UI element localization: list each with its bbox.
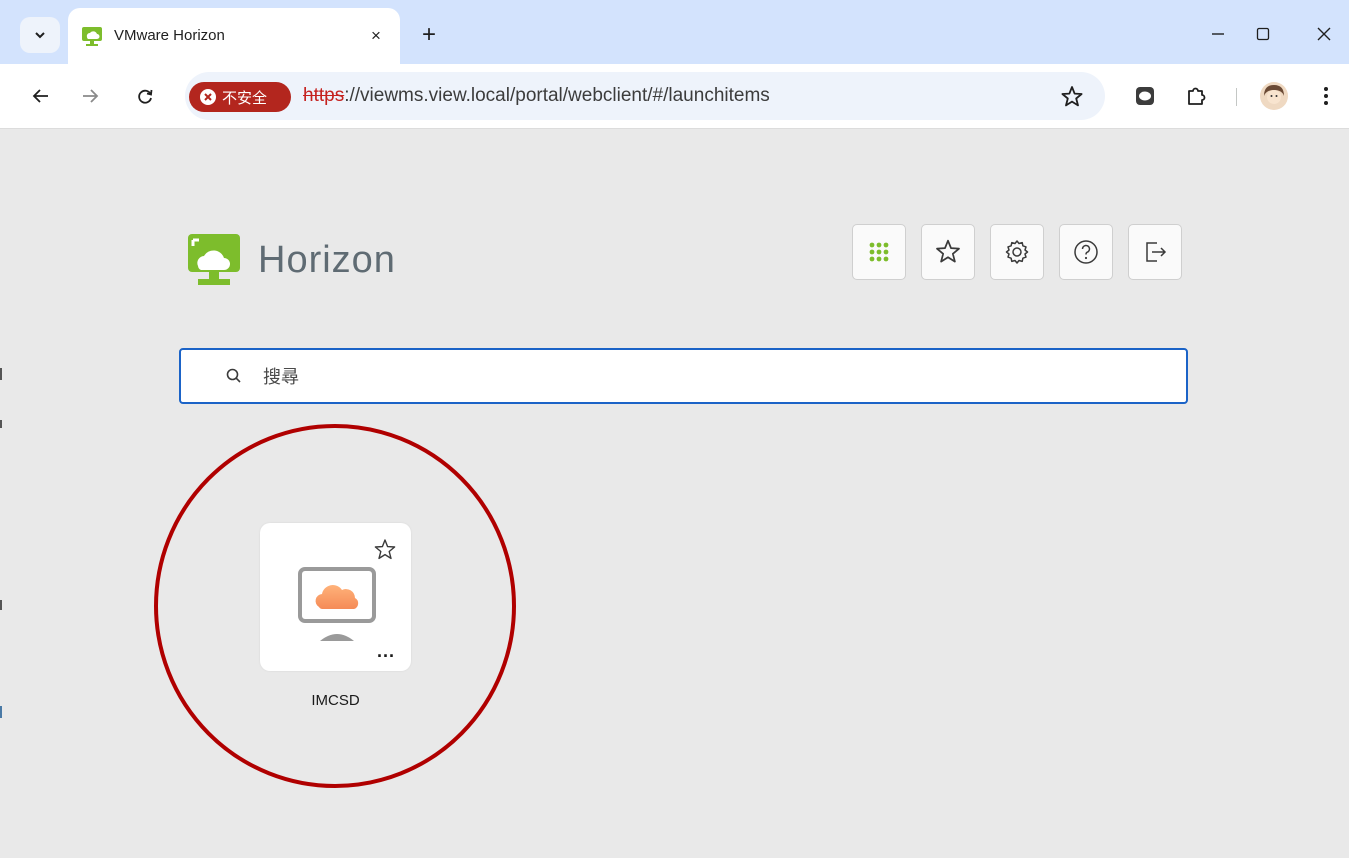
maximize-button[interactable] (1243, 20, 1283, 48)
more-options-icon[interactable]: ... (377, 641, 395, 662)
security-chip[interactable]: 不安全 (189, 82, 291, 112)
profile-avatar[interactable] (1260, 82, 1288, 110)
tab-close-icon[interactable]: × (364, 24, 388, 48)
settings-button[interactable] (990, 224, 1044, 280)
cloud-desktop-icon (298, 567, 376, 641)
gear-icon (1005, 240, 1029, 264)
forward-button[interactable] (74, 80, 106, 112)
puzzle-icon (1188, 87, 1206, 105)
edge-artifact (0, 706, 2, 718)
logout-button[interactable] (1128, 224, 1182, 280)
more-vertical-icon (1324, 87, 1328, 105)
line-extension-icon (1136, 87, 1154, 105)
launch-item-label[interactable]: IMCSD (260, 692, 411, 709)
horizon-logo: Horizon (186, 232, 436, 292)
url-text[interactable]: https://viewms.view.local/portal/webclie… (303, 85, 770, 107)
logout-icon (1146, 242, 1167, 262)
search-icon (226, 368, 241, 383)
favorites-button[interactable] (921, 224, 975, 280)
extensions-button[interactable] (1182, 82, 1210, 110)
browser-tab-bar: VMware Horizon × + (0, 0, 1349, 64)
profile-avatar-icon (1260, 82, 1288, 110)
bookmark-star-icon[interactable] (1059, 84, 1085, 110)
forward-arrow-icon (83, 89, 99, 103)
close-icon (1317, 27, 1331, 41)
not-secure-icon (200, 89, 216, 105)
edge-artifact (0, 420, 2, 428)
favorite-star-icon[interactable] (372, 537, 398, 563)
close-window-button[interactable] (1304, 20, 1344, 48)
search-input[interactable] (261, 362, 1145, 392)
horizon-logo-icon (188, 234, 240, 285)
edge-artifact (0, 600, 2, 610)
brand-name: Horizon (258, 239, 396, 281)
tab-search-button[interactable] (20, 17, 60, 53)
favorites-star-icon (936, 239, 960, 263)
browser-tab[interactable]: VMware Horizon × (68, 8, 400, 64)
minimize-button[interactable] (1198, 20, 1238, 48)
help-icon (1074, 240, 1098, 264)
line-extension-button[interactable] (1131, 82, 1159, 110)
chevron-down-icon (35, 32, 45, 39)
edge-artifact (0, 368, 2, 380)
apps-grid-icon (869, 242, 889, 262)
search-box[interactable] (179, 348, 1188, 404)
maximize-icon (1256, 27, 1270, 41)
back-arrow-icon (32, 89, 48, 103)
tab-title: VMware Horizon (114, 27, 225, 44)
security-label: 不安全 (222, 88, 268, 107)
reload-icon (138, 89, 153, 104)
address-bar[interactable]: 不安全 https://viewms.view.local/portal/web… (185, 72, 1105, 120)
apps-grid-button[interactable] (852, 224, 906, 280)
back-button[interactable] (25, 80, 57, 112)
browser-menu-button[interactable] (1312, 82, 1340, 110)
browser-toolbar: 不安全 https://viewms.view.local/portal/web… (0, 64, 1349, 129)
horizon-favicon-icon (82, 27, 102, 46)
new-tab-button[interactable]: + (414, 20, 444, 50)
reload-button[interactable] (129, 80, 161, 112)
url-protocol: https (303, 85, 345, 106)
url-path: ://viewms.view.local/portal/webclient/#/… (344, 85, 770, 106)
minimize-icon (1212, 33, 1224, 35)
help-button[interactable] (1059, 224, 1113, 280)
toolbar-separator (1236, 88, 1237, 106)
launch-item-card[interactable]: ... (260, 523, 411, 671)
